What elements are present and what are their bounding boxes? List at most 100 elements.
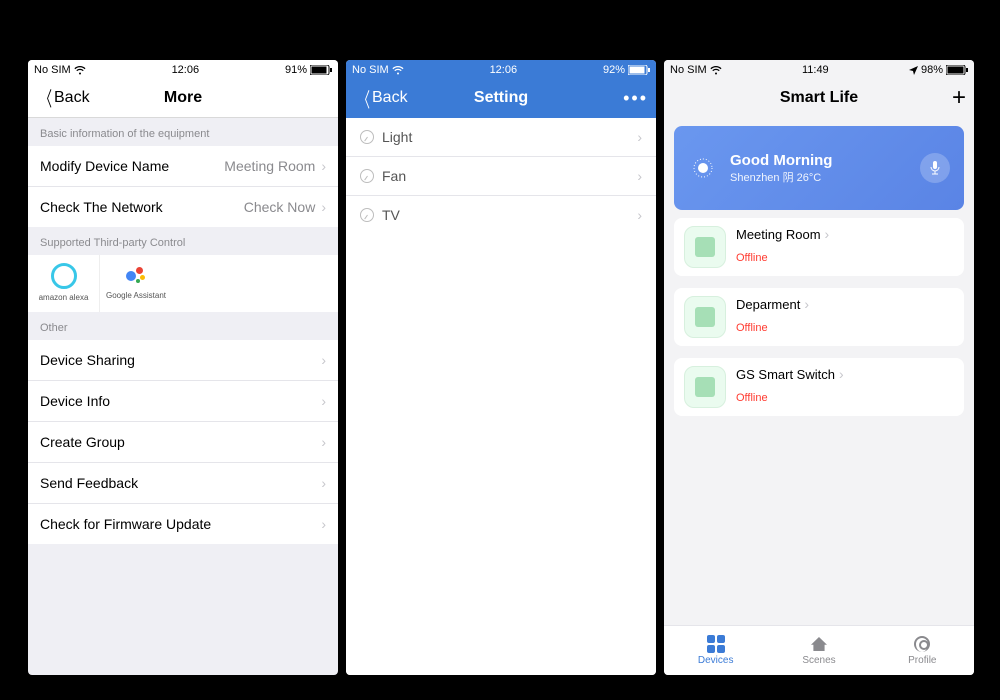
row-label: Fan xyxy=(382,168,406,184)
device-name: GS Smart Switch xyxy=(736,367,835,382)
settings-list: Light › Fan › TV › xyxy=(346,118,656,675)
clock-label: 12:06 xyxy=(172,64,200,76)
chevron-right-icon: › xyxy=(321,158,326,174)
chevron-right-icon: › xyxy=(637,207,642,223)
nav-bar: 〈Back Setting ••• xyxy=(346,78,656,118)
row-device-info[interactable]: Device Info › xyxy=(28,381,338,422)
tab-scenes[interactable]: Scenes xyxy=(767,626,870,675)
device-status: Offline xyxy=(736,392,844,404)
chevron-right-icon: › xyxy=(321,475,326,491)
battery-label: 98% xyxy=(921,64,943,76)
device-status: Offline xyxy=(736,322,809,334)
third-party-google-assistant[interactable]: Google Assistant xyxy=(100,255,172,312)
weather-icon xyxy=(688,153,718,183)
tab-label: Profile xyxy=(908,655,936,666)
more-button[interactable]: ••• xyxy=(578,88,648,109)
more-icon: ••• xyxy=(623,88,648,109)
back-label: Back xyxy=(372,89,408,107)
alexa-icon xyxy=(51,263,77,289)
row-value: Check Now xyxy=(244,199,316,215)
chevron-right-icon: › xyxy=(825,226,830,242)
status-bar: No SIM 11:49 98% xyxy=(664,60,974,78)
nav-bar: 〈Back More xyxy=(28,78,338,118)
row-label: Check The Network xyxy=(40,199,163,215)
section-thirdparty-header: Supported Third-party Control xyxy=(28,227,338,255)
page-title: More xyxy=(164,89,202,107)
back-label: Back xyxy=(54,89,90,107)
add-button[interactable]: + xyxy=(896,84,966,112)
chevron-right-icon: › xyxy=(321,393,326,409)
devices-icon xyxy=(706,635,726,653)
timer-icon xyxy=(360,169,374,183)
chevron-right-icon: › xyxy=(804,296,809,312)
wifi-icon xyxy=(74,66,86,75)
chevron-right-icon: › xyxy=(839,366,844,382)
location-label: Shenzhen 阴 26°C xyxy=(730,169,832,185)
battery-label: 92% xyxy=(603,64,625,76)
basic-info-list: Modify Device Name Meeting Room › Check T… xyxy=(28,146,338,227)
row-light[interactable]: Light › xyxy=(346,118,656,157)
battery-icon xyxy=(628,65,650,75)
clock-label: 11:49 xyxy=(802,64,829,76)
microphone-icon xyxy=(929,160,941,176)
wifi-icon xyxy=(392,66,404,75)
row-fan[interactable]: Fan › xyxy=(346,157,656,196)
row-modify-device-name[interactable]: Modify Device Name Meeting Room › xyxy=(28,146,338,187)
clock-label: 12:06 xyxy=(490,64,518,76)
tab-devices[interactable]: Devices xyxy=(664,626,767,675)
tab-label: Scenes xyxy=(802,655,835,666)
timer-icon xyxy=(360,130,374,144)
wifi-icon xyxy=(710,66,722,75)
row-send-feedback[interactable]: Send Feedback› xyxy=(28,463,338,504)
greeting-label: Good Morning xyxy=(730,152,832,169)
row-value: Meeting Room xyxy=(224,158,315,174)
row-label: Create Group xyxy=(40,434,125,450)
chevron-right-icon: › xyxy=(321,352,326,368)
plus-icon: + xyxy=(952,84,966,112)
tab-profile[interactable]: Profile xyxy=(871,626,974,675)
third-party-alexa[interactable]: amazon alexa xyxy=(28,255,100,312)
row-create-group[interactable]: Create Group › xyxy=(28,422,338,463)
scenes-icon xyxy=(809,635,829,653)
chevron-left-icon: 〈 xyxy=(40,83,52,112)
page-title: Setting xyxy=(474,89,528,107)
row-firmware-update[interactable]: Check for Firmware Update› xyxy=(28,504,338,544)
device-card[interactable]: GS Smart Switch › Offline xyxy=(674,358,964,416)
nav-bar: Smart Life + xyxy=(664,78,974,118)
third-party-label: Google Assistant xyxy=(106,291,166,300)
battery-label: 91% xyxy=(285,64,307,76)
profile-icon xyxy=(912,635,932,653)
row-label: Device Info xyxy=(40,393,110,409)
chevron-left-icon: 〈 xyxy=(358,84,370,113)
row-label: Modify Device Name xyxy=(40,158,169,174)
row-label: TV xyxy=(382,207,400,223)
other-list: Device Sharing › Device Info › Create Grou… xyxy=(28,340,338,544)
carrier-label: No SIM xyxy=(670,64,707,76)
device-card[interactable]: Meeting Room› Offline xyxy=(674,218,964,276)
back-button[interactable]: 〈Back xyxy=(354,84,424,113)
chevron-right-icon: › xyxy=(321,199,326,215)
page-title: Smart Life xyxy=(780,89,858,107)
row-device-sharing[interactable]: Device Sharing › xyxy=(28,340,338,381)
chevron-right-icon: › xyxy=(637,129,642,145)
device-name: Deparment xyxy=(736,297,800,312)
voice-button[interactable] xyxy=(920,153,950,183)
device-card[interactable]: Deparment › Offline xyxy=(674,288,964,346)
row-check-network[interactable]: Check The Network Check Now › xyxy=(28,187,338,227)
battery-icon xyxy=(946,65,968,75)
carrier-label: No SIM xyxy=(352,64,389,76)
phone-smart-life-home: No SIM 11:49 98% Smart Life + Good Morni… xyxy=(664,60,974,675)
chevron-right-icon: › xyxy=(321,434,326,450)
chevron-right-icon: › xyxy=(321,516,326,532)
row-label: Device Sharing xyxy=(40,352,135,368)
status-bar: No SIM 12:06 92% xyxy=(346,60,656,78)
chevron-right-icon: › xyxy=(637,168,642,184)
device-icon xyxy=(684,296,726,338)
row-tv[interactable]: TV › xyxy=(346,196,656,234)
weather-hero[interactable]: Good Morning Shenzhen 阴 26°C xyxy=(674,126,964,210)
section-other-header: Other xyxy=(28,312,338,340)
tab-bar: Devices Scenes Profile xyxy=(664,625,974,675)
back-button[interactable]: 〈Back xyxy=(36,83,106,112)
device-list: Meeting Room› Offline Deparment › Offline… xyxy=(664,218,974,428)
device-status: Offline xyxy=(736,252,829,264)
